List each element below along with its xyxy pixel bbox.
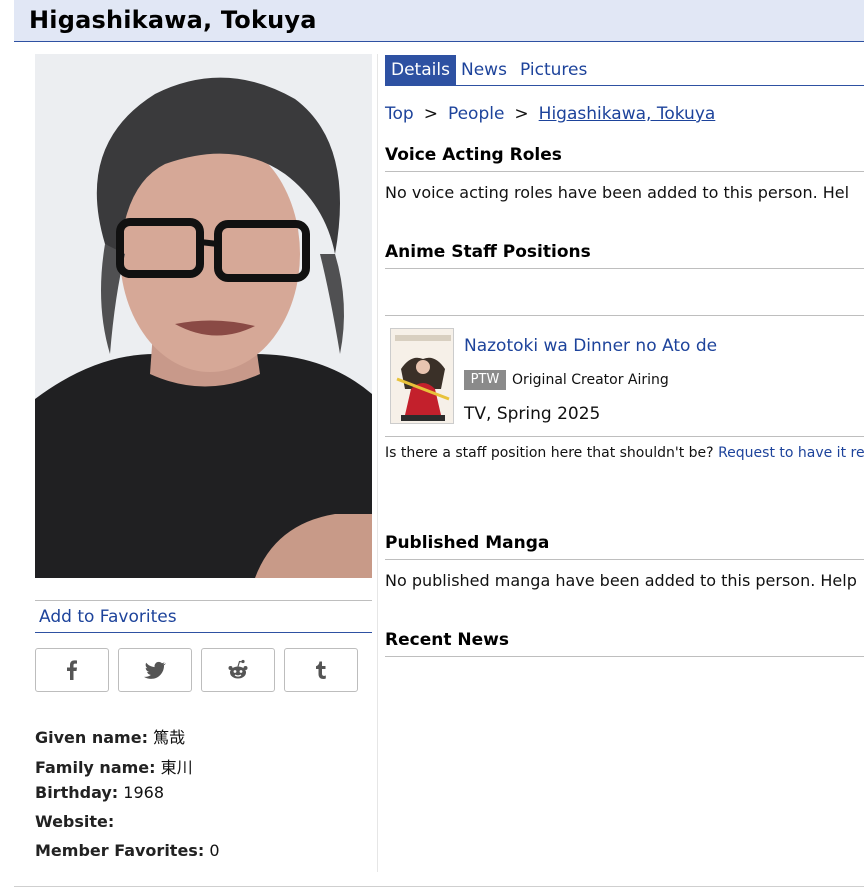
recent-news-heading: Recent News [385,630,864,657]
breadcrumb-separator: > [423,104,438,124]
website-label: Website: [35,812,115,831]
family-name-row: Family name: 東川 [35,754,193,778]
favorites-row: Add to Favorites [35,600,372,633]
published-manga-empty-text: No published manga have been added to th… [385,571,857,590]
published-manga-heading: Published Manga [385,533,864,560]
share-tumblr-button[interactable] [284,648,358,692]
staff-note: Is there a staff position here that shou… [385,445,864,461]
anime-poster-image [391,329,453,423]
staff-note-text: Is there a staff position here that shou… [385,445,714,461]
add-to-favorites-link[interactable]: Add to Favorites [39,607,177,627]
tab-details[interactable]: Details [385,55,456,85]
birthday-value: 1968 [123,783,165,802]
divider [385,315,864,316]
column-divider [377,54,378,872]
staff-position-text: Original Creator Airing [512,372,669,388]
member-favorites-row: Member Favorites: 0 [35,841,220,860]
voice-acting-empty-text: No voice acting roles have been added to… [385,183,850,202]
divider [385,436,864,437]
anime-thumbnail[interactable] [390,328,454,424]
breadcrumb-current[interactable]: Higashikawa, Tokuya [539,104,716,124]
facebook-icon [67,660,77,680]
tab-bar: Details News Pictures [385,55,864,86]
website-row: Website: [35,812,114,831]
family-name-label: Family name: [35,758,156,777]
tumblr-icon [316,661,326,679]
breadcrumb: Top > People > Higashikawa, Tokuya [385,104,715,124]
birthday-label: Birthday: [35,783,119,802]
page-title: Higashikawa, Tokuya [29,6,317,34]
voice-acting-heading: Voice Acting Roles [385,145,864,172]
breadcrumb-people[interactable]: People [448,104,504,124]
ptw-status-badge[interactable]: PTW [464,370,506,390]
share-facebook-button[interactable] [35,648,109,692]
given-name-label: Given name: [35,728,148,747]
page-bottom-border [14,886,864,887]
birthday-row: Birthday: 1968 [35,783,164,802]
member-favorites-value: 0 [209,841,220,860]
given-name-value: 篤哉 [153,728,186,747]
share-twitter-button[interactable] [118,648,192,692]
anime-meta-text: TV, Spring 2025 [464,404,601,424]
breadcrumb-top[interactable]: Top [385,104,414,124]
given-name-row: Given name: 篤哉 [35,724,185,748]
person-portrait-image [35,54,372,578]
anime-title-link[interactable]: Nazotoki wa Dinner no Ato de [464,336,717,356]
tab-pictures[interactable]: Pictures [514,55,593,85]
request-removal-link[interactable]: Request to have it rer [718,445,864,461]
page-header: Higashikawa, Tokuya [14,0,864,42]
reddit-icon [228,659,248,679]
twitter-icon [144,661,166,679]
member-favorites-label: Member Favorites: [35,841,205,860]
family-name-value: 東川 [160,758,193,777]
tab-news[interactable]: News [455,55,513,85]
breadcrumb-separator: > [514,104,529,124]
anime-staff-heading: Anime Staff Positions [385,242,864,269]
person-photo[interactable] [35,54,372,578]
share-reddit-button[interactable] [201,648,275,692]
